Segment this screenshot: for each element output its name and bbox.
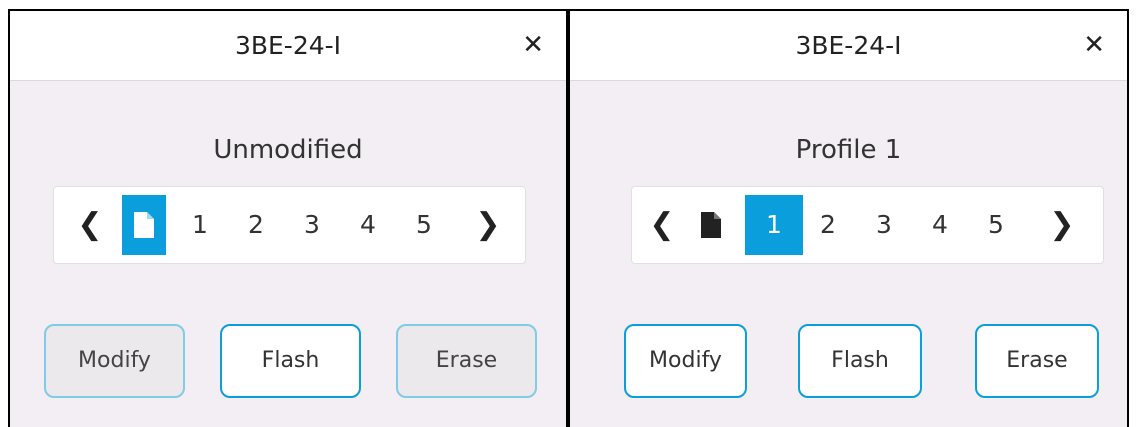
profile-pager: ❮ 1 2 3 4 5 ❯ bbox=[53, 186, 526, 264]
chevron-right-icon[interactable]: ❯ bbox=[1040, 195, 1084, 255]
page-1-tab[interactable]: 1 bbox=[178, 195, 222, 255]
page-5-tab[interactable]: 5 bbox=[974, 195, 1018, 255]
page-2-tab[interactable]: 2 bbox=[234, 195, 278, 255]
page-3-tab[interactable]: 3 bbox=[862, 195, 906, 255]
page-1-tab[interactable]: 1 bbox=[745, 195, 803, 255]
page-4-tab[interactable]: 4 bbox=[918, 195, 962, 255]
erase-button[interactable]: Erase bbox=[975, 324, 1099, 398]
file-icon[interactable] bbox=[122, 195, 166, 255]
modify-button[interactable]: Modify bbox=[624, 324, 747, 398]
dialog-header: 3BE-24-I ✕ bbox=[570, 11, 1127, 81]
profile-pager: ❮ 1 2 3 4 5 ❯ bbox=[631, 186, 1104, 264]
profile-status-label: Profile 1 bbox=[795, 135, 902, 165]
chevron-left-icon[interactable]: ❮ bbox=[68, 195, 112, 255]
profile-dialog-unmodified: 3BE-24-I ✕ Unmodified ❮ 1 2 3 4 5 ❯ Modi… bbox=[8, 9, 568, 427]
screen: 3BE-24-I ✕ Unmodified ❮ 1 2 3 4 5 ❯ Modi… bbox=[0, 0, 1137, 427]
file-icon-glyph bbox=[701, 212, 721, 238]
page-4-tab[interactable]: 4 bbox=[346, 195, 390, 255]
close-icon[interactable]: ✕ bbox=[1083, 11, 1105, 80]
profile-status-label: Unmodified bbox=[213, 135, 363, 165]
file-icon[interactable] bbox=[689, 195, 733, 255]
erase-button[interactable]: Erase bbox=[396, 324, 537, 398]
modify-button[interactable]: Modify bbox=[44, 324, 185, 398]
flash-button[interactable]: Flash bbox=[220, 324, 361, 398]
close-icon[interactable]: ✕ bbox=[522, 11, 544, 80]
file-icon-glyph bbox=[134, 212, 154, 238]
page-3-tab[interactable]: 3 bbox=[290, 195, 334, 255]
chevron-left-icon[interactable]: ❮ bbox=[640, 195, 684, 255]
page-5-tab[interactable]: 5 bbox=[402, 195, 446, 255]
page-2-tab[interactable]: 2 bbox=[806, 195, 850, 255]
flash-button[interactable]: Flash bbox=[798, 324, 922, 398]
dialog-title: 3BE-24-I bbox=[795, 31, 902, 60]
dialog-title: 3BE-24-I bbox=[234, 31, 342, 60]
chevron-right-icon[interactable]: ❯ bbox=[466, 195, 510, 255]
dialog-header: 3BE-24-I ✕ bbox=[10, 11, 566, 81]
profile-dialog-profile-1: 3BE-24-I ✕ Profile 1 ❮ 1 2 3 4 5 ❯ Modif… bbox=[568, 9, 1129, 427]
